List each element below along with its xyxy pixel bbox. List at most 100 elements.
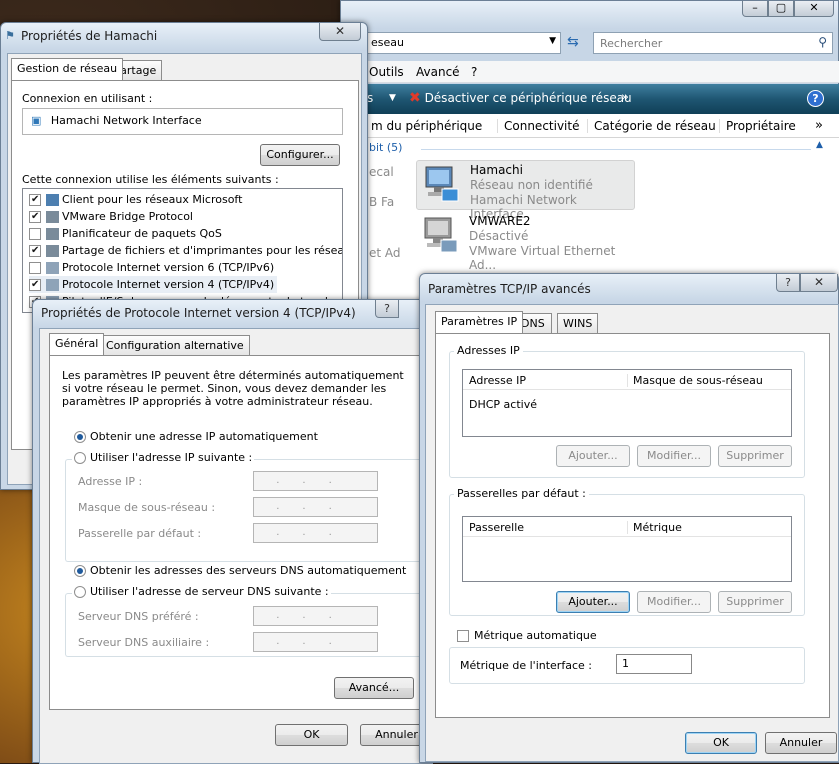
interface-metric-field[interactable]: 1 [616, 654, 692, 674]
alternate-dns-field[interactable]: ... [253, 632, 378, 652]
menu-outils[interactable]: Outils [369, 65, 404, 79]
component-item[interactable]: Planificateur de paquets QoS [29, 225, 222, 242]
item-label: VMware Bridge Protocol [62, 210, 193, 223]
tab-wins[interactable]: WINS [557, 313, 599, 333]
ok-label: OK [303, 728, 320, 741]
item-label: Planificateur de paquets QoS [62, 227, 222, 240]
close-button[interactable]: ✕ [800, 274, 838, 292]
interface-metric-value: 1 [622, 657, 629, 670]
close-button[interactable]: ✕ [794, 1, 834, 17]
help-icon[interactable]: ? [807, 90, 824, 107]
radio[interactable] [74, 452, 86, 464]
address-bar[interactable]: eseau ▼ [366, 32, 561, 54]
search-icon[interactable]: ⚲ [818, 35, 827, 49]
help-button[interactable]: ? [776, 274, 800, 292]
checkbox[interactable] [29, 211, 41, 223]
component-item[interactable]: Client pour les réseaux Microsoft [29, 191, 242, 208]
tab-ip-settings[interactable]: Paramètres IP [435, 311, 524, 333]
toolbar-more-button[interactable]: » [621, 90, 629, 105]
auto-ip-option[interactable]: Obtenir une adresse IP automatiquement [74, 430, 318, 443]
checkbox[interactable] [29, 245, 41, 257]
item-label: Client pour les réseaux Microsoft [62, 193, 243, 206]
component-item[interactable]: Protocole Internet version 6 (TCP/IPv6) [29, 259, 274, 276]
minimize-button[interactable]: – [742, 1, 768, 17]
checkbox[interactable] [29, 262, 41, 274]
help-button[interactable]: ? [375, 300, 399, 318]
component-item[interactable]: Partage de fichiers et d'imprimantes pou… [29, 242, 342, 259]
menu-help[interactable]: ? [471, 65, 477, 79]
preferred-dns-field[interactable]: ... [253, 606, 378, 626]
gateway-list[interactable]: Passerelle Métrique [462, 516, 792, 582]
radio[interactable] [74, 565, 86, 577]
gateway-add-button[interactable]: Ajouter... [556, 591, 630, 613]
maximize-button[interactable]: ▢ [768, 1, 794, 17]
column-metric[interactable]: Métrique [627, 521, 682, 534]
default-gateway-field[interactable]: ... [253, 523, 378, 543]
item-device: VMware Virtual Ethernet Ad... [469, 244, 616, 272]
advanced-button[interactable]: Avancé... [334, 677, 414, 699]
ip-add-button[interactable]: Ajouter... [556, 445, 630, 467]
configure-label: Configurer... [266, 148, 334, 161]
ip-row-dhcp[interactable]: DHCP activé [469, 398, 537, 411]
tab-alternate-config[interactable]: Configuration alternative [100, 335, 250, 355]
tab-gestion-reseau[interactable]: Gestion de réseau [11, 58, 124, 80]
ok-button[interactable]: OK [685, 732, 757, 754]
tab-panel: Les paramètres IP peuvent être déterminé… [49, 355, 435, 710]
cancel-button[interactable]: Annuler [765, 732, 837, 754]
auto-metric-option[interactable]: Métrique automatique [457, 629, 597, 642]
subnet-mask-field[interactable]: ... [253, 497, 378, 517]
component-item[interactable]: VMware Bridge Protocol [29, 208, 193, 225]
button-label: Ajouter... [568, 595, 618, 608]
checkbox[interactable] [29, 228, 41, 240]
tab-label: Configuration alternative [106, 339, 244, 352]
columns-more-button[interactable]: » [815, 118, 823, 133]
network-item-hamachi[interactable]: Hamachi Réseau non identifié Hamachi Net… [416, 160, 635, 221]
disable-device-button[interactable]: ✖ Désactiver ce périphérique réseau [409, 90, 632, 106]
default-gateway-label: Passerelle par défaut : [78, 527, 202, 540]
checkbox[interactable] [29, 194, 41, 206]
checkbox[interactable] [29, 279, 41, 291]
tab-general[interactable]: Général [49, 333, 105, 355]
auto-dns-option[interactable]: Obtenir les adresses des serveurs DNS au… [74, 564, 406, 577]
window-title: Paramètres TCP/IP avancés [428, 282, 591, 296]
column-connectivity[interactable]: Connectivité [497, 119, 579, 133]
manual-dns-option[interactable]: Utiliser l'adresse de serveur DNS suivan… [72, 585, 331, 598]
refresh-icon[interactable]: ⇆ [567, 34, 579, 50]
column-gateway[interactable]: Passerelle [469, 521, 524, 534]
group-header[interactable]: bit (5) [369, 141, 402, 154]
search-input[interactable]: Rechercher ⚲ [593, 32, 833, 54]
ip-modify-button[interactable]: Modifier... [637, 445, 711, 467]
column-ip-address[interactable]: Adresse IP [469, 374, 526, 387]
ok-button[interactable]: OK [275, 724, 348, 746]
column-network-category[interactable]: Catégorie de réseau [587, 119, 716, 133]
gateway-remove-button[interactable]: Supprimer [718, 591, 792, 613]
gateway-modify-button[interactable]: Modifier... [637, 591, 711, 613]
dropdown-arrow-icon[interactable]: ▼ [389, 93, 396, 103]
ip-address-field[interactable]: ... [253, 471, 378, 491]
ip-address-label: Adresse IP : [78, 475, 143, 488]
close-button[interactable]: ✕ [319, 23, 361, 41]
radio[interactable] [74, 586, 86, 598]
configure-button[interactable]: Configurer... [260, 144, 340, 166]
component-item-selected[interactable]: Protocole Internet version 4 (TCP/IPv4) [29, 276, 277, 293]
network-item-vmware2[interactable]: VMWARE2 Désactivé VMware Virtual Etherne… [416, 212, 646, 272]
service-icon [46, 245, 59, 257]
column-header-row: m du périphérique Connectivité Catégorie… [341, 114, 839, 138]
column-subnet-mask[interactable]: Masque de sous-réseau [627, 374, 763, 387]
collapse-icon[interactable]: ▲ [816, 140, 823, 150]
checkbox[interactable] [457, 630, 469, 642]
ip-address-list[interactable]: Adresse IP Masque de sous-réseau DHCP ac… [462, 369, 792, 437]
option-label: Utiliser l'adresse de serveur DNS suivan… [90, 585, 329, 598]
radio[interactable] [74, 431, 86, 443]
components-list[interactable]: Client pour les réseaux Microsoft VMware… [22, 188, 343, 313]
help-label: ? [384, 302, 390, 315]
button-label: Supprimer [726, 595, 784, 608]
manual-ip-option[interactable]: Utiliser l'adresse IP suivante : [72, 451, 255, 464]
item-label: Protocole Internet version 6 (TCP/IPv6) [62, 261, 275, 274]
column-owner[interactable]: Propriétaire [719, 119, 796, 133]
column-device-name[interactable]: m du périphérique [371, 119, 482, 133]
menu-avance[interactable]: Avancé [416, 65, 460, 79]
network-connections-window: – ▢ ✕ eseau ▼ ⇆ Rechercher ⚲ Outils Avan… [340, 0, 839, 301]
chevron-down-icon[interactable]: ▼ [549, 36, 556, 46]
ip-remove-button[interactable]: Supprimer [718, 445, 792, 467]
